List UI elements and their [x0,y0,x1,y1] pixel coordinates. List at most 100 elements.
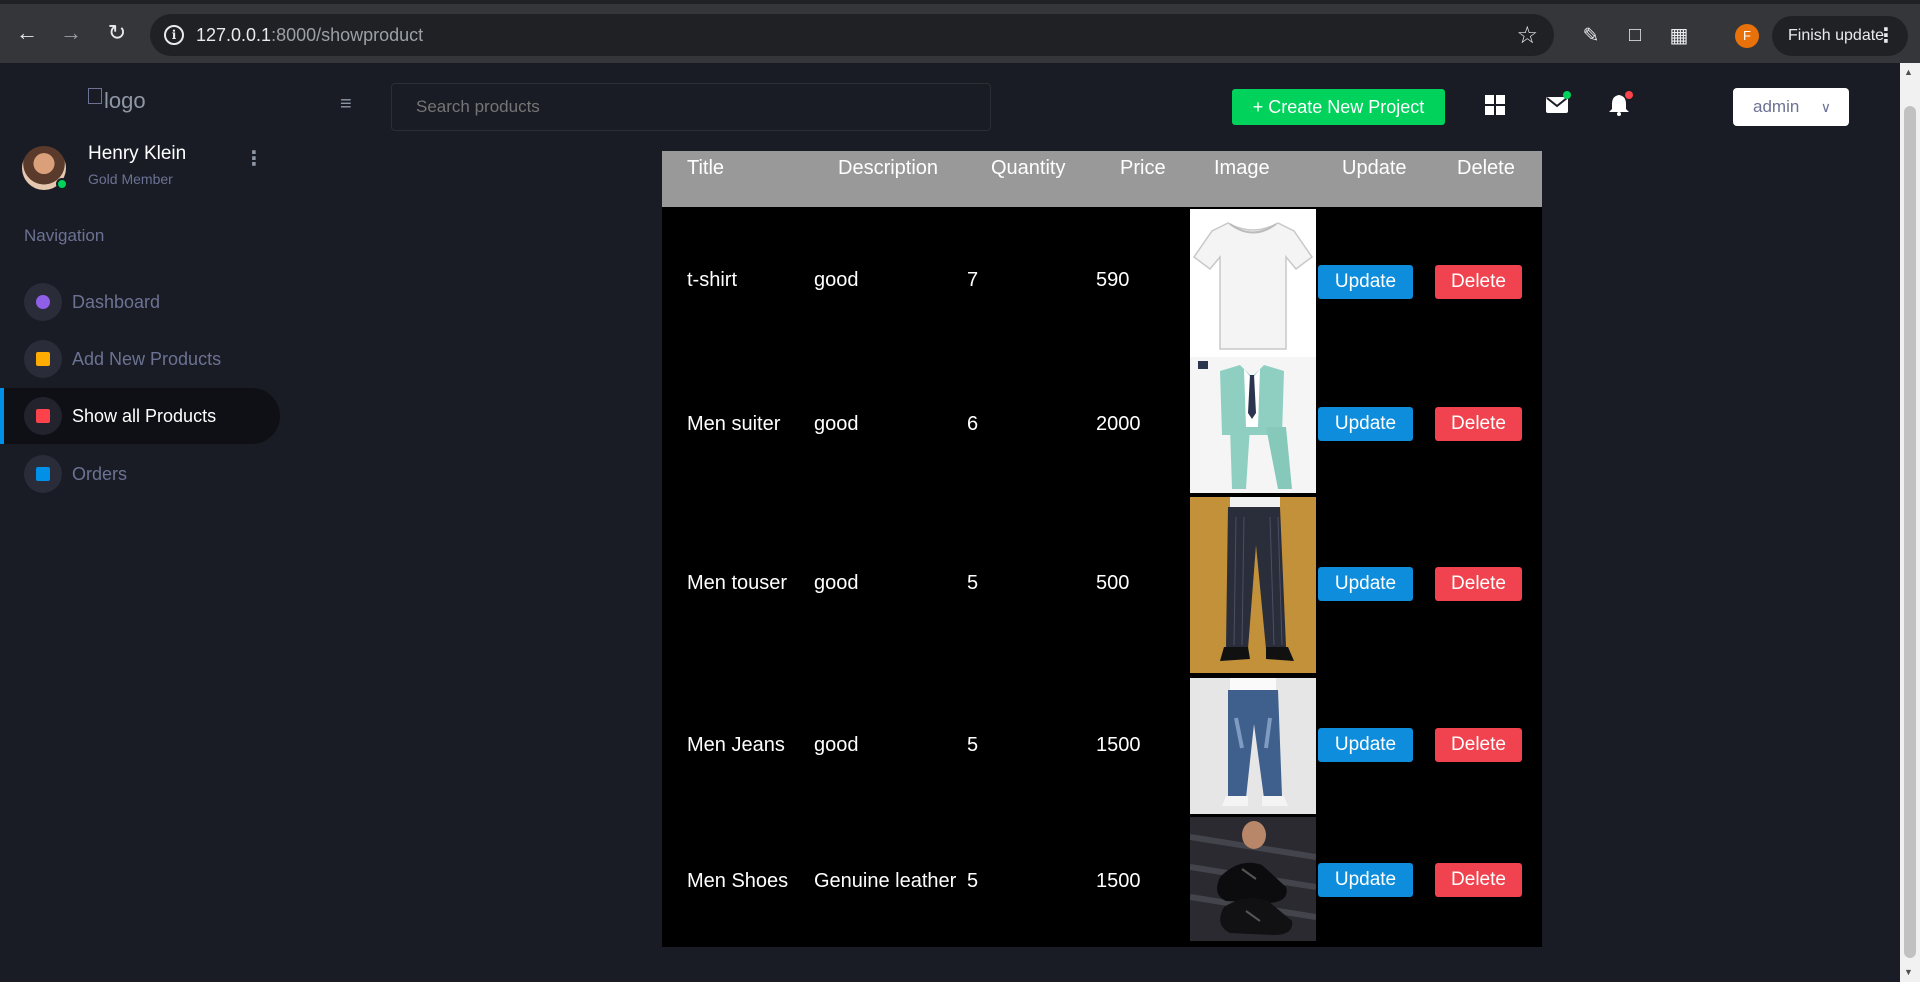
profile-name: Henry Klein [88,143,187,164]
notification-badge [1625,91,1633,99]
extensions-puzzle-icon[interactable]: ▦ [1666,22,1692,48]
sidebar-item-add-products[interactable]: Add New Products [0,331,280,387]
table-row: Men Jeans good 5 1500 Update Delete [662,678,1542,814]
list-icon [24,455,62,493]
browser-toolbar: ← → ↻ i 127.0.0.1:8000/showproduct ☆ ✎ □… [0,0,1920,63]
delete-button[interactable]: Delete [1435,567,1522,601]
cell-title: t-shirt [687,269,737,291]
forward-arrow-icon[interactable]: → [56,18,86,48]
scroll-up-icon[interactable]: ▲ [1904,67,1913,77]
sidebar-item-dashboard[interactable]: Dashboard [0,274,280,330]
chevron-down-icon: ∨ [1820,99,1831,115]
suit-image [1198,361,1292,489]
cell-price: 500 [1096,572,1130,594]
header-quantity: Quantity [991,157,1066,179]
shoes-image [1190,821,1316,935]
update-button[interactable]: Update [1318,728,1413,762]
cell-quantity: 5 [967,870,979,892]
product-image [1190,209,1316,357]
sidebar-item-label: Add New Products [72,348,222,369]
avatar[interactable] [22,146,68,190]
profile-avatar[interactable]: F [1735,24,1759,48]
logo[interactable]: logo [88,88,168,124]
bookmark-star-icon[interactable]: ☆ [1516,21,1538,50]
update-button[interactable]: Update [1318,863,1413,897]
profile-menu-icon[interactable]: ⋮ [244,149,264,169]
site-info-icon[interactable]: i [164,25,184,45]
reload-icon[interactable]: ↻ [102,18,132,48]
header-price: Price [1120,157,1166,179]
grid-apps-icon[interactable] [1483,93,1507,117]
bell-icon[interactable] [1607,91,1633,117]
extension-pen-icon[interactable]: ✎ [1578,22,1604,48]
update-button[interactable]: Update [1318,407,1413,441]
delete-button[interactable]: Delete [1435,265,1522,299]
cell-title: Men suiter [687,413,781,435]
product-image [1190,678,1316,814]
products-table: Title Description Quantity Price Image U… [662,145,1542,947]
header-update: Update [1342,157,1407,179]
update-button[interactable]: Update [1318,265,1413,299]
sidebar: logo Henry Klein Gold Member ⋮ Navigatio… [0,63,280,982]
tshirt-image [1192,222,1314,350]
speedometer-icon [24,283,62,321]
sidebar-item-show-products[interactable]: Show all Products [0,388,280,444]
cell-price: 1500 [1096,734,1141,756]
profile-rank: Gold Member [88,171,173,187]
cell-quantity: 7 [967,269,979,291]
finish-update-button[interactable]: Finish update ⋮ [1772,16,1908,56]
scrollbar-thumb[interactable] [1904,106,1916,958]
trousers-image [1220,497,1294,661]
mail-badge [1563,91,1571,99]
table-header: Title Description Quantity Price Image U… [662,145,1542,207]
cell-description: good [814,269,859,291]
sidebar-item-orders[interactable]: Orders [0,446,280,502]
cell-title: Men touser [687,572,788,594]
scroll-down-icon[interactable]: ▼ [1904,967,1913,977]
user-dropdown[interactable]: admin ∨ [1733,88,1849,126]
header-image: Image [1214,157,1270,179]
back-arrow-icon[interactable]: ← [12,18,42,48]
search-input[interactable] [391,83,991,131]
jeans-image [1222,678,1288,806]
extension-doc-icon[interactable]: □ [1622,22,1648,48]
sidebar-item-label: Dashboard [72,291,161,312]
address-bar[interactable]: i 127.0.0.1:8000/showproduct ☆ [150,14,1554,56]
sidebar-item-label: Show all Products [72,405,217,426]
header-delete: Delete [1457,157,1515,179]
header-description: Description [838,157,939,179]
table-row: t-shirt good 7 590 Update Delete [662,207,1542,357]
cell-price: 2000 [1096,413,1141,435]
product-image [1190,817,1316,941]
menu-toggle-icon[interactable]: ≡ [340,93,352,116]
page-scrollbar[interactable]: ▲ ▼ [1900,63,1920,982]
cell-price: 1500 [1096,870,1141,892]
product-image [1190,357,1316,493]
more-vert-icon: ⋮ [1876,25,1896,47]
cell-quantity: 6 [967,413,979,435]
table-row: Men suiter good 6 2000 Update Delete [662,357,1542,495]
sidebar-item-label: Orders [72,463,128,484]
product-image [1190,497,1316,673]
delete-button[interactable]: Delete [1435,407,1522,441]
delete-button[interactable]: Delete [1435,863,1522,897]
form-icon [24,340,62,378]
cell-quantity: 5 [967,734,979,756]
table-row: Men Shoes Genuine leather 5 1500 Update … [662,817,1542,943]
cell-description: good [814,572,859,594]
cell-quantity: 5 [967,572,979,594]
update-button[interactable]: Update [1318,567,1413,601]
cell-title: Men Shoes [687,870,789,892]
cell-description: Genuine leather [814,870,957,892]
top-navbar: ≡ + Create New Project admin∨ [280,63,1900,151]
delete-button[interactable]: Delete [1435,728,1522,762]
table-row: Men touser good 5 500 Update Delete [662,497,1542,673]
cell-description: good [814,734,859,756]
table-icon [24,397,62,435]
mail-icon[interactable] [1545,91,1571,117]
create-project-button[interactable]: + Create New Project [1232,89,1445,125]
cell-price: 590 [1096,269,1130,291]
broken-image-icon [88,88,102,104]
nav-caption: Navigation [24,226,105,245]
cell-title: Men Jeans [687,734,785,756]
